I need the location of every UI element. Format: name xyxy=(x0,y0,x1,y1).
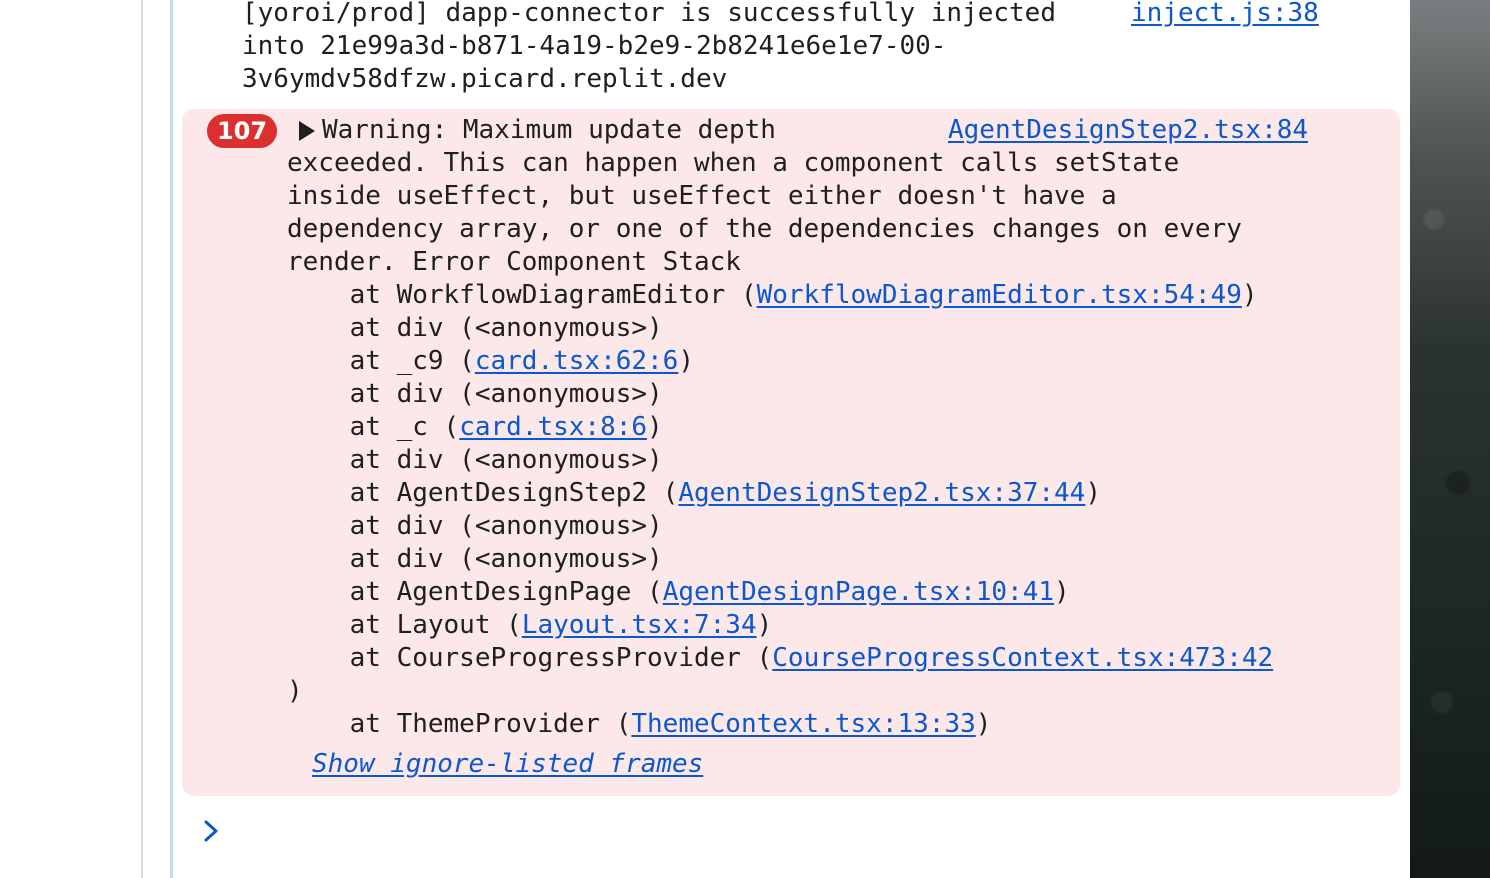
error-source-link[interactable]: AgentDesignStep2.tsx:84 xyxy=(948,114,1308,147)
stack-frame-source-link[interactable]: card.tsx:8:6 xyxy=(459,412,647,442)
stack-frame-text: at WorkflowDiagramEditor ( xyxy=(287,280,757,310)
stack-frame-text: at ThemeProvider ( xyxy=(287,709,632,739)
show-ignore-listed-frames-link[interactable]: Show ignore-listed frames xyxy=(312,748,703,781)
stack-frame: at div (<anonymous>) xyxy=(287,378,663,411)
stack-frame-text: at div (<anonymous>) xyxy=(287,313,663,343)
stack-frame-text: at div (<anonymous>) xyxy=(287,379,663,409)
stack-frame-text: at AgentDesignPage ( xyxy=(287,577,663,607)
chevron-right-icon[interactable] xyxy=(201,818,223,844)
stack-frame-text: at Layout ( xyxy=(287,610,522,640)
stack-frame-text: at div (<anonymous>) xyxy=(287,445,663,475)
stack-frame-close-paren: ) xyxy=(1241,280,1258,310)
sidebar-gutter xyxy=(0,0,141,878)
stack-frame-close-paren: ) xyxy=(1054,577,1070,607)
stack-frame: at div (<anonymous>) xyxy=(287,543,663,576)
stack-frame: at CourseProgressProvider (CourseProgres… xyxy=(287,642,1274,675)
error-message-line: exceeded. This can happen when a compone… xyxy=(287,148,1180,178)
stack-frame-text: at _c9 ( xyxy=(287,346,475,376)
stack-frame-text: ) xyxy=(287,676,303,706)
stack-frame: at Layout (Layout.tsx:7:34) xyxy=(287,609,773,642)
stack-frame-text: at div (<anonymous>) xyxy=(287,544,663,574)
stack-frame-close-paren: ) xyxy=(678,346,694,376)
stack-frame-text: at AgentDesignStep2 ( xyxy=(287,478,679,508)
stack-frame-text: at div (<anonymous>) xyxy=(287,511,663,541)
stack-frame: at AgentDesignPage (AgentDesignPage.tsx:… xyxy=(287,576,1070,609)
info-message-line: 3v6ymdv58dfzw.picard.replit.dev xyxy=(242,64,728,94)
triangle-right-icon[interactable] xyxy=(299,121,315,141)
stack-frame: at _c (card.tsx:8:6) xyxy=(287,411,663,444)
desktop-wallpaper xyxy=(1410,0,1490,878)
stack-frame: at _c9 (card.tsx:62:6) xyxy=(287,345,694,378)
console-accent-line xyxy=(170,0,173,878)
stack-frame: ) xyxy=(287,675,303,708)
error-message-line: Warning: Maximum update depth xyxy=(322,115,776,145)
error-message-line: inside useEffect, but useEffect either d… xyxy=(287,181,1117,211)
stack-frame-text: at CourseProgressProvider ( xyxy=(287,643,773,673)
stack-frame-source-link[interactable]: AgentDesignStep2.tsx:37:44 xyxy=(678,478,1085,508)
stack-frame-source-link[interactable]: AgentDesignPage.tsx:10:41 xyxy=(663,577,1054,607)
info-source-link[interactable]: inject.js:38 xyxy=(1131,0,1319,30)
info-message-line: [yoroi/prod] dapp-connector is successfu… xyxy=(242,0,1056,28)
stack-frame: at div (<anonymous>) xyxy=(287,444,663,477)
stack-frame-close-paren: ) xyxy=(1085,478,1101,508)
stack-frame-source-link[interactable]: CourseProgressContext.tsx:473:42 xyxy=(772,643,1273,673)
stack-frame: at AgentDesignStep2 (AgentDesignStep2.ts… xyxy=(287,477,1101,510)
stack-frame: at WorkflowDiagramEditor (WorkflowDiagra… xyxy=(287,279,1258,312)
info-message-line: into 21e99a3d-b871-4a19-b2e9-2b8241e6e1e… xyxy=(242,31,947,61)
error-message-line: dependency array, or one of the dependen… xyxy=(287,214,1242,244)
error-message-line: render. Error Component Stack xyxy=(287,247,741,277)
stack-frame-source-link[interactable]: card.tsx:62:6 xyxy=(475,346,679,376)
stack-frame: at div (<anonymous>) xyxy=(287,510,663,543)
stack-frame-close-paren: ) xyxy=(756,610,773,640)
stack-frame-source-link[interactable]: WorkflowDiagramEditor.tsx:54:49 xyxy=(757,280,1242,310)
stack-frame: at div (<anonymous>) xyxy=(287,312,663,345)
error-count-badge: 107 xyxy=(207,114,277,148)
stack-frame-text: at _c ( xyxy=(287,412,460,442)
stack-frame-source-link[interactable]: Layout.tsx:7:34 xyxy=(522,610,757,640)
stack-frame-close-paren: ) xyxy=(975,709,992,739)
stack-frame-source-link[interactable]: ThemeContext.tsx:13:33 xyxy=(631,709,975,739)
stack-frame-close-paren: ) xyxy=(647,412,663,442)
stack-frame: at ThemeProvider (ThemeContext.tsx:13:33… xyxy=(287,708,992,741)
